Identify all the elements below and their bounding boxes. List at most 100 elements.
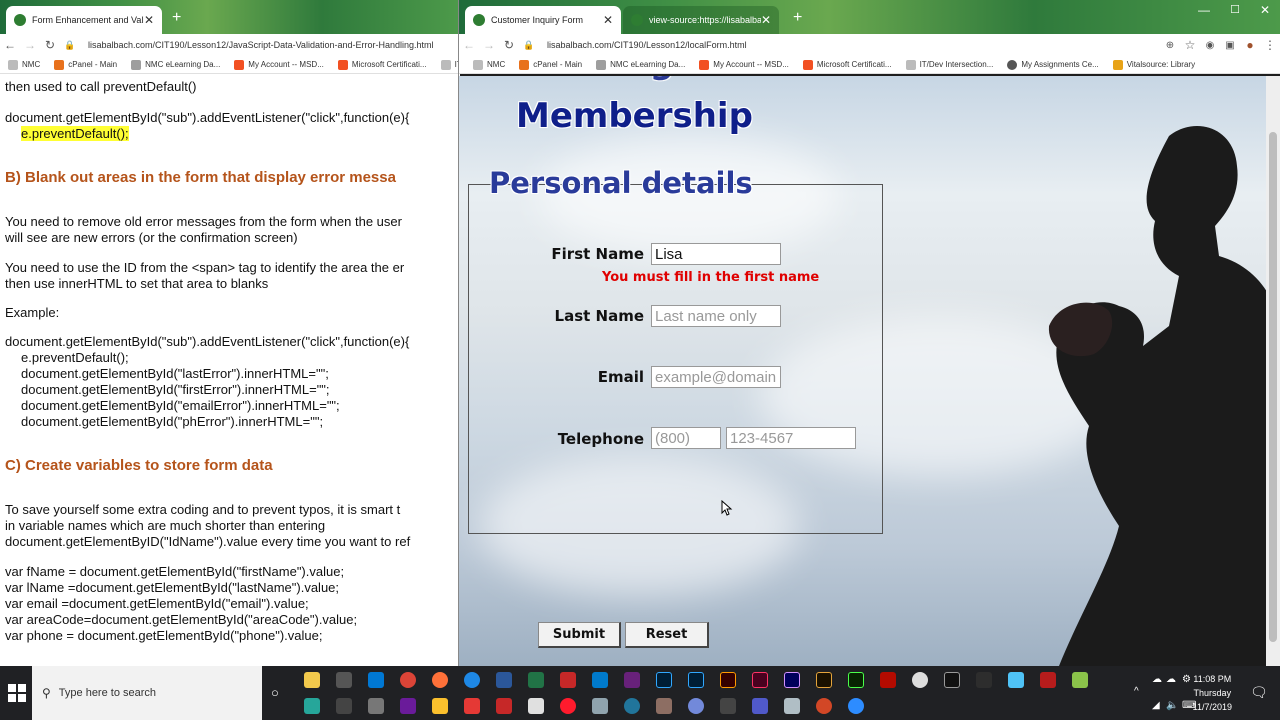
bookmark-item[interactable]: cPanel - Main (519, 59, 582, 70)
area-code-input[interactable] (651, 427, 721, 449)
menu-kebab-icon[interactable]: ⋮ (1260, 38, 1280, 52)
calculator-icon[interactable] (336, 672, 352, 688)
bookmark-item[interactable]: IT/Dev Intersection... (905, 59, 993, 70)
bookmark-star-icon[interactable]: ☆ (1180, 38, 1200, 52)
powerpoint-icon[interactable] (816, 698, 832, 714)
bookmark-item[interactable]: NMC eLearning Da... (131, 59, 220, 70)
extension-icon[interactable]: ◉ (1200, 40, 1220, 51)
app-icon[interactable] (432, 698, 448, 714)
app-icon[interactable] (592, 698, 608, 714)
opera-icon[interactable] (560, 698, 576, 714)
close-tab-icon[interactable]: ✕ (761, 13, 771, 27)
notifications-icon[interactable]: 🗨 (1250, 684, 1268, 701)
dreamweaver-icon[interactable] (848, 672, 864, 688)
reset-button[interactable]: Reset (625, 622, 709, 648)
submit-button[interactable]: Submit (538, 622, 621, 648)
onedrive-icon[interactable]: ☁ (1152, 674, 1162, 685)
bookmark-item[interactable]: Microsoft Certificati... (802, 59, 892, 70)
zoom-icon[interactable]: ⊕ (1160, 40, 1180, 51)
chrome-icon[interactable] (400, 672, 416, 688)
app-icon[interactable] (912, 672, 928, 688)
excel-icon[interactable] (528, 672, 544, 688)
back-icon[interactable]: ← (0, 38, 20, 52)
app-icon[interactable] (720, 698, 736, 714)
last-name-input[interactable] (651, 305, 781, 327)
first-name-input[interactable] (651, 243, 781, 265)
edge-icon[interactable] (464, 672, 480, 688)
windows-start-icon[interactable] (8, 684, 26, 702)
tab-view-source[interactable]: view-source:https://lisabalbach.c ✕ (623, 6, 779, 34)
phone-input[interactable] (726, 427, 856, 449)
zoom-icon[interactable] (848, 698, 864, 714)
bookmark-item[interactable]: NMC (8, 59, 40, 70)
tab-form-enhancement[interactable]: Form Enhancement and Validatio ✕ (6, 6, 162, 34)
network-icon[interactable]: ◢ (1152, 700, 1160, 711)
wordpress-icon[interactable] (624, 698, 640, 714)
bookmark-item[interactable]: Microsoft Certificati... (337, 59, 427, 70)
photoshop-icon[interactable] (656, 672, 672, 688)
bookmark-item[interactable]: Vitalsource: Library (1112, 59, 1195, 70)
access-icon[interactable] (560, 672, 576, 688)
minimize-icon[interactable]: — (1198, 3, 1210, 17)
indesign-icon[interactable] (752, 672, 768, 688)
email-input[interactable] (651, 366, 781, 388)
acrobat-icon[interactable] (880, 672, 896, 688)
maximize-icon[interactable]: ☐ (1230, 3, 1240, 16)
chevron-up-icon[interactable]: ^ (1134, 686, 1139, 697)
app-icon[interactable] (464, 698, 480, 714)
file-explorer-icon[interactable] (304, 672, 320, 688)
new-tab-icon[interactable]: + (172, 9, 181, 27)
word-icon[interactable] (496, 672, 512, 688)
profile-avatar-icon[interactable]: ● (1240, 38, 1260, 52)
teams-icon[interactable] (752, 698, 768, 714)
scrollbar-thumb[interactable] (1269, 132, 1277, 642)
close-window-icon[interactable]: ✕ (1260, 3, 1270, 17)
app-icon[interactable] (400, 698, 416, 714)
photoshop-icon[interactable] (688, 672, 704, 688)
animate-icon[interactable] (784, 672, 800, 688)
reload-icon[interactable]: ↻ (499, 38, 519, 52)
app-icon[interactable] (784, 698, 800, 714)
taskbar-clock[interactable]: 11:08 PM Thursday 11/7/2019 (1193, 672, 1232, 714)
volume-icon[interactable]: 🔈 (1166, 700, 1178, 711)
terminal-icon[interactable] (944, 672, 960, 688)
store-icon[interactable] (368, 672, 384, 688)
app-icon[interactable] (1008, 672, 1024, 688)
app-icon[interactable] (336, 698, 352, 714)
reload-icon[interactable]: ↻ (40, 38, 60, 52)
discord-icon[interactable] (688, 698, 704, 714)
visual-studio-icon[interactable] (624, 672, 640, 688)
bridge-icon[interactable] (816, 672, 832, 688)
bookmark-item[interactable]: My Assignments Ce... (1007, 59, 1099, 70)
address-bar[interactable]: lisabalbach.com/CIT190/Lesson12/JavaScri… (80, 36, 442, 54)
back-icon[interactable]: ← (459, 38, 479, 52)
taskbar-search-box[interactable]: ⚲ Type here to search (32, 666, 262, 720)
app-icon[interactable] (304, 698, 320, 714)
bookmark-item[interactable]: My Account -- MSD... (234, 59, 324, 70)
forward-icon[interactable]: → (20, 38, 40, 52)
extension-icon[interactable]: ▣ (1220, 40, 1240, 51)
app-icon[interactable] (976, 672, 992, 688)
filezilla-icon[interactable] (1040, 672, 1056, 688)
close-tab-icon[interactable]: ✕ (144, 13, 154, 27)
illustrator-icon[interactable] (720, 672, 736, 688)
app-icon[interactable] (1072, 672, 1088, 688)
bookmark-item[interactable]: My Account -- MSD... (699, 59, 789, 70)
cortana-icon[interactable]: ○ (271, 685, 279, 700)
close-tab-icon[interactable]: ✕ (603, 13, 613, 27)
bookmark-item[interactable]: NMC eLearning Da... (596, 59, 685, 70)
firefox-icon[interactable] (432, 672, 448, 688)
bookmark-item[interactable]: cPanel - Main (54, 59, 117, 70)
app-icon[interactable] (656, 698, 672, 714)
bookmark-item[interactable]: NMC (473, 59, 505, 70)
settings-icon[interactable]: ⚙ (1182, 674, 1191, 685)
app-icon[interactable] (528, 698, 544, 714)
forward-icon[interactable]: → (479, 38, 499, 52)
cloud-icon[interactable]: ☁ (1166, 674, 1176, 685)
new-tab-icon[interactable]: + (793, 9, 802, 27)
tab-customer-inquiry[interactable]: Customer Inquiry Form ✕ (465, 6, 621, 34)
vscode-icon[interactable] (592, 672, 608, 688)
app-icon[interactable] (496, 698, 512, 714)
app-icon[interactable] (368, 698, 384, 714)
address-bar[interactable]: lisabalbach.com/CIT190/Lesson12/localFor… (539, 36, 1160, 54)
